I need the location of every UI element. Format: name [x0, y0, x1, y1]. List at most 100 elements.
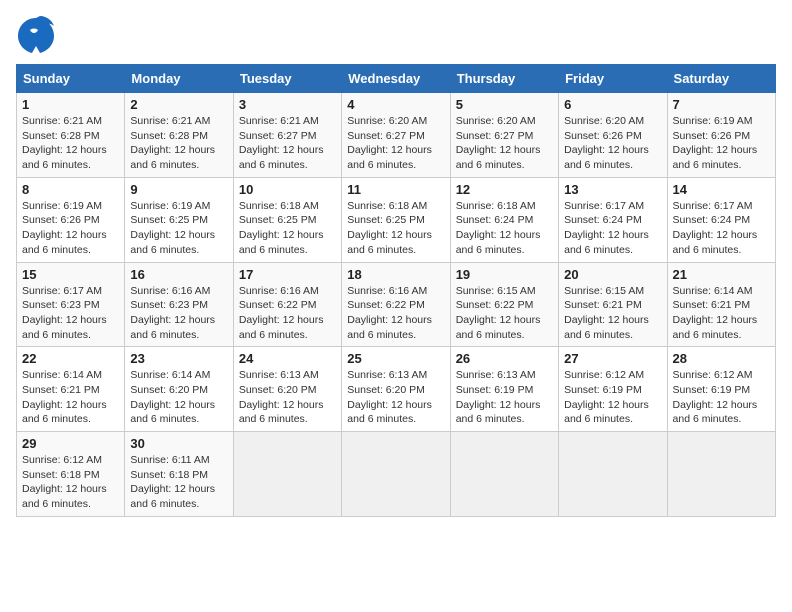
calendar-cell: 6 Sunrise: 6:20 AM Sunset: 6:26 PM Dayli… — [559, 93, 667, 178]
calendar-cell: 18 Sunrise: 6:16 AM Sunset: 6:22 PM Dayl… — [342, 262, 450, 347]
weekday-saturday: Saturday — [667, 65, 775, 93]
day-info: Sunrise: 6:11 AM Sunset: 6:18 PM Dayligh… — [130, 453, 227, 512]
calendar-cell: 28 Sunrise: 6:12 AM Sunset: 6:19 PM Dayl… — [667, 347, 775, 432]
calendar-cell: 19 Sunrise: 6:15 AM Sunset: 6:22 PM Dayl… — [450, 262, 558, 347]
calendar-cell: 16 Sunrise: 6:16 AM Sunset: 6:23 PM Dayl… — [125, 262, 233, 347]
calendar-cell: 26 Sunrise: 6:13 AM Sunset: 6:19 PM Dayl… — [450, 347, 558, 432]
day-info: Sunrise: 6:19 AM Sunset: 6:26 PM Dayligh… — [22, 199, 119, 258]
day-info: Sunrise: 6:16 AM Sunset: 6:22 PM Dayligh… — [239, 284, 336, 343]
day-info: Sunrise: 6:17 AM Sunset: 6:24 PM Dayligh… — [673, 199, 770, 258]
logo — [16, 16, 60, 54]
page-header — [16, 16, 776, 54]
day-number: 19 — [456, 267, 553, 282]
day-info: Sunrise: 6:16 AM Sunset: 6:22 PM Dayligh… — [347, 284, 444, 343]
day-number: 21 — [673, 267, 770, 282]
weekday-header-row: SundayMondayTuesdayWednesdayThursdayFrid… — [17, 65, 776, 93]
day-info: Sunrise: 6:20 AM Sunset: 6:27 PM Dayligh… — [456, 114, 553, 173]
calendar-cell: 22 Sunrise: 6:14 AM Sunset: 6:21 PM Dayl… — [17, 347, 125, 432]
calendar-cell: 2 Sunrise: 6:21 AM Sunset: 6:28 PM Dayli… — [125, 93, 233, 178]
day-info: Sunrise: 6:12 AM Sunset: 6:19 PM Dayligh… — [564, 368, 661, 427]
calendar-week-row: 22 Sunrise: 6:14 AM Sunset: 6:21 PM Dayl… — [17, 347, 776, 432]
day-number: 5 — [456, 97, 553, 112]
calendar-cell: 3 Sunrise: 6:21 AM Sunset: 6:27 PM Dayli… — [233, 93, 341, 178]
day-info: Sunrise: 6:18 AM Sunset: 6:24 PM Dayligh… — [456, 199, 553, 258]
weekday-wednesday: Wednesday — [342, 65, 450, 93]
calendar-cell: 23 Sunrise: 6:14 AM Sunset: 6:20 PM Dayl… — [125, 347, 233, 432]
day-info: Sunrise: 6:15 AM Sunset: 6:21 PM Dayligh… — [564, 284, 661, 343]
day-number: 15 — [22, 267, 119, 282]
day-info: Sunrise: 6:14 AM Sunset: 6:21 PM Dayligh… — [673, 284, 770, 343]
calendar-cell: 5 Sunrise: 6:20 AM Sunset: 6:27 PM Dayli… — [450, 93, 558, 178]
logo-bird-icon — [16, 16, 56, 54]
day-number: 23 — [130, 351, 227, 366]
weekday-friday: Friday — [559, 65, 667, 93]
day-number: 14 — [673, 182, 770, 197]
calendar-cell: 20 Sunrise: 6:15 AM Sunset: 6:21 PM Dayl… — [559, 262, 667, 347]
day-number: 18 — [347, 267, 444, 282]
day-info: Sunrise: 6:14 AM Sunset: 6:21 PM Dayligh… — [22, 368, 119, 427]
day-number: 29 — [22, 436, 119, 451]
day-number: 12 — [456, 182, 553, 197]
weekday-thursday: Thursday — [450, 65, 558, 93]
day-info: Sunrise: 6:21 AM Sunset: 6:27 PM Dayligh… — [239, 114, 336, 173]
calendar-cell: 1 Sunrise: 6:21 AM Sunset: 6:28 PM Dayli… — [17, 93, 125, 178]
calendar-week-row: 29 Sunrise: 6:12 AM Sunset: 6:18 PM Dayl… — [17, 432, 776, 517]
calendar-week-row: 8 Sunrise: 6:19 AM Sunset: 6:26 PM Dayli… — [17, 177, 776, 262]
calendar-cell: 14 Sunrise: 6:17 AM Sunset: 6:24 PM Dayl… — [667, 177, 775, 262]
calendar-cell — [233, 432, 341, 517]
calendar-week-row: 15 Sunrise: 6:17 AM Sunset: 6:23 PM Dayl… — [17, 262, 776, 347]
calendar-table: SundayMondayTuesdayWednesdayThursdayFrid… — [16, 64, 776, 517]
day-number: 7 — [673, 97, 770, 112]
day-info: Sunrise: 6:12 AM Sunset: 6:19 PM Dayligh… — [673, 368, 770, 427]
day-number: 16 — [130, 267, 227, 282]
day-number: 24 — [239, 351, 336, 366]
calendar-cell — [342, 432, 450, 517]
day-info: Sunrise: 6:17 AM Sunset: 6:24 PM Dayligh… — [564, 199, 661, 258]
day-info: Sunrise: 6:14 AM Sunset: 6:20 PM Dayligh… — [130, 368, 227, 427]
day-info: Sunrise: 6:13 AM Sunset: 6:19 PM Dayligh… — [456, 368, 553, 427]
day-info: Sunrise: 6:19 AM Sunset: 6:26 PM Dayligh… — [673, 114, 770, 173]
weekday-sunday: Sunday — [17, 65, 125, 93]
weekday-monday: Monday — [125, 65, 233, 93]
day-info: Sunrise: 6:15 AM Sunset: 6:22 PM Dayligh… — [456, 284, 553, 343]
day-info: Sunrise: 6:16 AM Sunset: 6:23 PM Dayligh… — [130, 284, 227, 343]
calendar-cell: 30 Sunrise: 6:11 AM Sunset: 6:18 PM Dayl… — [125, 432, 233, 517]
calendar-cell — [450, 432, 558, 517]
day-info: Sunrise: 6:19 AM Sunset: 6:25 PM Dayligh… — [130, 199, 227, 258]
calendar-cell: 9 Sunrise: 6:19 AM Sunset: 6:25 PM Dayli… — [125, 177, 233, 262]
day-number: 6 — [564, 97, 661, 112]
calendar-cell — [667, 432, 775, 517]
day-number: 1 — [22, 97, 119, 112]
calendar-cell: 4 Sunrise: 6:20 AM Sunset: 6:27 PM Dayli… — [342, 93, 450, 178]
day-info: Sunrise: 6:21 AM Sunset: 6:28 PM Dayligh… — [130, 114, 227, 173]
day-info: Sunrise: 6:18 AM Sunset: 6:25 PM Dayligh… — [239, 199, 336, 258]
calendar-cell — [559, 432, 667, 517]
calendar-cell: 21 Sunrise: 6:14 AM Sunset: 6:21 PM Dayl… — [667, 262, 775, 347]
day-number: 4 — [347, 97, 444, 112]
day-number: 11 — [347, 182, 444, 197]
day-number: 28 — [673, 351, 770, 366]
calendar-cell: 11 Sunrise: 6:18 AM Sunset: 6:25 PM Dayl… — [342, 177, 450, 262]
day-number: 13 — [564, 182, 661, 197]
calendar-cell: 27 Sunrise: 6:12 AM Sunset: 6:19 PM Dayl… — [559, 347, 667, 432]
day-info: Sunrise: 6:17 AM Sunset: 6:23 PM Dayligh… — [22, 284, 119, 343]
day-number: 10 — [239, 182, 336, 197]
day-info: Sunrise: 6:12 AM Sunset: 6:18 PM Dayligh… — [22, 453, 119, 512]
day-number: 22 — [22, 351, 119, 366]
calendar-week-row: 1 Sunrise: 6:21 AM Sunset: 6:28 PM Dayli… — [17, 93, 776, 178]
day-info: Sunrise: 6:18 AM Sunset: 6:25 PM Dayligh… — [347, 199, 444, 258]
calendar-cell: 24 Sunrise: 6:13 AM Sunset: 6:20 PM Dayl… — [233, 347, 341, 432]
day-number: 25 — [347, 351, 444, 366]
day-number: 9 — [130, 182, 227, 197]
day-number: 30 — [130, 436, 227, 451]
day-number: 26 — [456, 351, 553, 366]
calendar-cell: 25 Sunrise: 6:13 AM Sunset: 6:20 PM Dayl… — [342, 347, 450, 432]
calendar-cell: 15 Sunrise: 6:17 AM Sunset: 6:23 PM Dayl… — [17, 262, 125, 347]
weekday-tuesday: Tuesday — [233, 65, 341, 93]
calendar-cell: 12 Sunrise: 6:18 AM Sunset: 6:24 PM Dayl… — [450, 177, 558, 262]
calendar-cell: 29 Sunrise: 6:12 AM Sunset: 6:18 PM Dayl… — [17, 432, 125, 517]
day-number: 3 — [239, 97, 336, 112]
calendar-cell: 7 Sunrise: 6:19 AM Sunset: 6:26 PM Dayli… — [667, 93, 775, 178]
day-number: 2 — [130, 97, 227, 112]
day-info: Sunrise: 6:20 AM Sunset: 6:26 PM Dayligh… — [564, 114, 661, 173]
